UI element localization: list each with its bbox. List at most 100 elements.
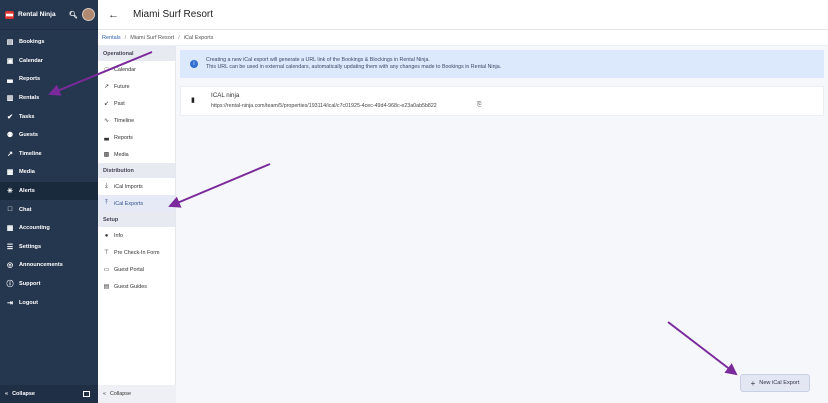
upload-icon: ⤒ <box>105 200 108 206</box>
breadcrumb-rental[interactable]: Miami Surf Resort <box>130 35 174 41</box>
ninja-logo-icon <box>5 10 14 19</box>
collapse-label: Collapse <box>110 391 131 397</box>
subnav-item-past[interactable]: ↙ Past <box>98 95 175 112</box>
chevron-double-left-icon: « <box>5 391 9 397</box>
chat-icon: □ <box>7 206 13 214</box>
sidebar-item-label: Timeline <box>19 150 42 157</box>
sidebar-item-media[interactable]: ▩ Media <box>0 163 98 182</box>
breadcrumb-separator: / <box>178 34 180 41</box>
subnav-item-future[interactable]: ↗ Future <box>98 78 175 95</box>
image-icon: ▩ <box>103 152 110 158</box>
sidebar-item-label: Guests <box>19 132 38 139</box>
sidebar-item-label: Media <box>19 169 35 176</box>
info-banner: i Creating a new iCal export will genera… <box>180 50 824 78</box>
sidebar-item-label: Support <box>19 281 41 288</box>
sidebar-item-logout[interactable]: ⇥ Logout <box>0 293 98 312</box>
new-ical-export-button[interactable]: + New iCal Export <box>740 374 810 392</box>
trash-icon[interactable]: ▮ <box>191 96 195 104</box>
rentals-icon: ▥ <box>6 95 14 103</box>
export-url: https://rental-ninja.com/team/5/properti… <box>211 103 437 109</box>
breadcrumb-separator: / <box>124 34 127 41</box>
subnav-item-pre-check-in-form[interactable]: ⊤ Pre Check-In Form <box>98 244 175 261</box>
avatar[interactable] <box>82 8 95 21</box>
sidebar-item-label: Announcements <box>19 262 63 269</box>
sidebar-item-chat[interactable]: □ Chat <box>0 200 98 219</box>
sidebar-item-label: Settings <box>19 243 42 250</box>
guide-icon: ▤ <box>103 284 110 290</box>
past-icon: ↙ <box>103 101 110 107</box>
main-sidebar: Rental Ninja 🔍︎ ▤ Bookings ▣ Calendar ▃ Rep… <box>0 0 98 403</box>
sidebar-item-label: Accounting <box>19 225 50 232</box>
bar-chart-icon: ▃ <box>7 76 13 84</box>
sidebar-item-label: Rentals <box>19 95 40 102</box>
subnav-item-reports[interactable]: ▃ Reports <box>98 129 175 146</box>
sidebar-toggle-icon[interactable] <box>83 391 90 397</box>
accounting-icon: ▦ <box>6 225 14 233</box>
portal-icon: ▭ <box>103 267 110 273</box>
subnav-item-ical-imports[interactable]: ⤓ iCal Imports <box>98 178 175 195</box>
sidebar-item-announcements[interactable]: ◎ Announcements <box>0 256 98 275</box>
timeline-icon: ∿ <box>103 118 110 124</box>
sidebar-item-tasks[interactable]: ✔ Tasks <box>0 107 98 126</box>
app-window: Rental Ninja 🔍︎ ▤ Bookings ▣ Calendar ▃ Rep… <box>0 0 828 403</box>
subnav-item-timeline[interactable]: ∿ Timeline <box>98 112 175 129</box>
sidebar-item-alerts[interactable]: ☀ Alerts <box>0 181 98 201</box>
bar-chart-icon: ▃ <box>104 135 109 141</box>
info-text: Creating a new iCal export will generate… <box>206 57 501 71</box>
subnav-label: iCal Imports <box>114 183 143 190</box>
new-ical-export-label: New iCal Export <box>759 380 800 386</box>
sidebar-item-calendar[interactable]: ▣ Calendar <box>0 52 98 71</box>
sidebar-item-label: Tasks <box>19 113 35 120</box>
sidebar-item-reports[interactable]: ▃ Reports <box>0 70 98 89</box>
brand[interactable]: Rental Ninja 🔍︎ <box>0 0 98 30</box>
sidebar-item-bookings[interactable]: ▤ Bookings <box>0 33 98 52</box>
subnav-label: Info <box>114 232 123 239</box>
sidebar-item-label: Reports <box>19 76 41 83</box>
collapse-label: Collapse <box>12 391 35 397</box>
breadcrumb-current: iCal Exports <box>183 34 214 41</box>
subnav-item-guest-guides[interactable]: ▤ Guest Guides <box>98 278 175 295</box>
calendar-icon: □ <box>104 66 109 73</box>
info-icon: ● <box>104 232 109 239</box>
chevron-double-left-icon: « <box>103 391 106 397</box>
sidebar-item-label: Chat <box>19 206 32 213</box>
subnav-label: Media <box>114 151 129 158</box>
sidebar-item-accounting[interactable]: ▦ Accounting <box>0 219 98 238</box>
copy-icon[interactable]: ⎘ <box>477 102 482 109</box>
future-icon: ↗ <box>103 84 110 90</box>
sidebar-item-support[interactable]: ⓘ Support <box>0 275 98 294</box>
subnav-label: Pre Check-In Form <box>114 249 160 256</box>
form-icon: ⊤ <box>103 250 110 256</box>
sidebar-item-label: Alerts <box>19 188 35 195</box>
search-icon[interactable]: 🔍︎ <box>69 11 78 19</box>
plus-icon: + <box>750 378 756 388</box>
subnav-collapse-button[interactable]: « Collapse <box>98 385 176 403</box>
logout-icon: ⇥ <box>7 299 13 307</box>
settings-icon: ☰ <box>6 243 14 251</box>
guests-icon: ⚉ <box>6 132 14 140</box>
breadcrumb: Rentals / Miami Surf Resort / iCal Expor… <box>98 30 828 46</box>
subnav-item-calendar[interactable]: □ Calendar <box>98 61 175 78</box>
info-line-2: This URL can be used in external calenda… <box>206 64 502 70</box>
back-arrow-icon[interactable]: ← <box>108 9 119 21</box>
breadcrumb-rentals-link[interactable]: Rentals <box>102 35 121 41</box>
sidebar-item-guests[interactable]: ⚉ Guests <box>0 126 98 145</box>
subnav-item-ical-exports[interactable]: ⤒ iCal Exports <box>98 195 175 212</box>
subnav-item-info[interactable]: ● Info <box>98 227 175 244</box>
subnav-label: Calendar <box>114 66 136 73</box>
subnav-label: Past <box>114 100 125 107</box>
subnav-item-media[interactable]: ▩ Media <box>98 146 175 163</box>
subnav-group-distribution: Distribution <box>98 163 175 178</box>
sidebar-item-settings[interactable]: ☰ Settings <box>0 238 98 257</box>
bookings-icon: ▤ <box>6 39 14 47</box>
subnav-label: Future <box>114 83 130 90</box>
calendar-icon: ▣ <box>6 57 14 65</box>
rental-subnav: Operational □ Calendar ↗ Future ↙ Past ∿ Tim… <box>98 46 176 403</box>
subnav-group-operational: Operational <box>98 46 175 61</box>
sidebar-item-rentals[interactable]: ▥ Rentals <box>0 89 98 108</box>
download-icon: ⤓ <box>105 183 108 189</box>
sidebar-collapse-button[interactable]: « Collapse <box>0 385 98 403</box>
ical-export-card: ▮ ICAL ninja https://rental-ninja.com/te… <box>180 86 824 116</box>
sidebar-item-timeline[interactable]: ↗ Timeline <box>0 145 98 164</box>
subnav-item-guest-portal[interactable]: ▭ Guest Portal <box>98 261 175 278</box>
